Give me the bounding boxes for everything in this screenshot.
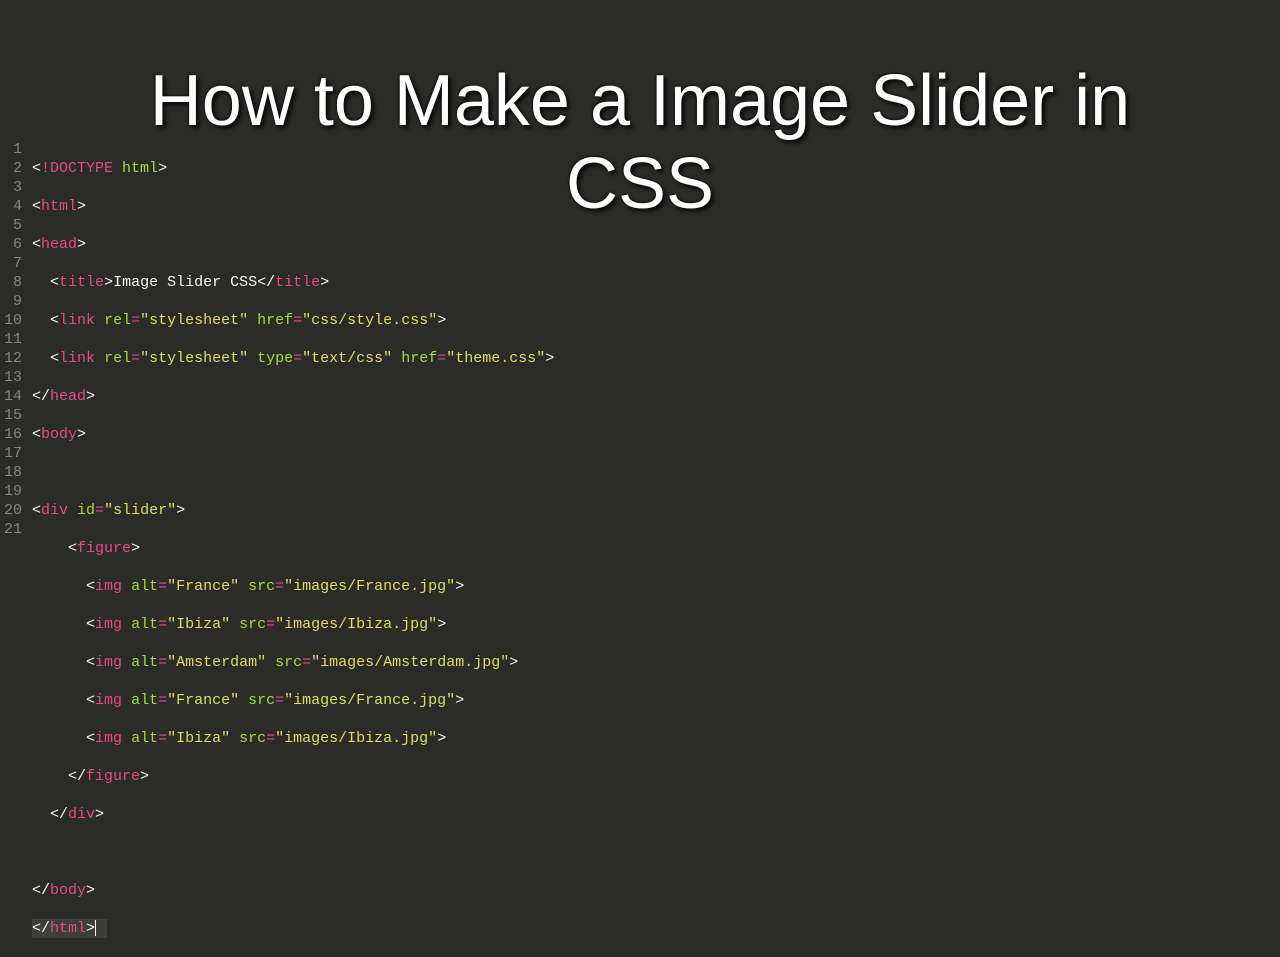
line-number: 20 <box>0 501 22 520</box>
title-line-1: How to Make a Image Slider in <box>150 61 1130 141</box>
line-number: 10 <box>0 311 22 330</box>
line-number: 17 <box>0 444 22 463</box>
line-number-gutter: 1 2 3 4 5 6 7 8 9 10 11 12 13 14 15 16 1… <box>0 140 32 957</box>
code-line: <img alt="Ibiza" src="images/Ibiza.jpg"> <box>32 729 1280 748</box>
line-number: 11 <box>0 330 22 349</box>
code-line: </div> <box>32 805 1280 824</box>
code-line: <title>Image Slider CSS</title> <box>32 273 1280 292</box>
text-cursor-icon <box>95 920 96 936</box>
code-line: <link rel="stylesheet" type="text/css" h… <box>32 349 1280 368</box>
line-number: 1 <box>0 140 22 159</box>
code-line: </head> <box>32 387 1280 406</box>
code-area[interactable]: <!DOCTYPE html> <html> <head> <title>Ima… <box>32 140 1280 957</box>
code-line: <head> <box>32 235 1280 254</box>
line-number: 2 <box>0 159 22 178</box>
code-line: </body> <box>32 881 1280 900</box>
line-number: 8 <box>0 273 22 292</box>
line-number: 4 <box>0 197 22 216</box>
code-line: <div id="slider"> <box>32 501 1280 520</box>
line-number: 19 <box>0 482 22 501</box>
line-number: 14 <box>0 387 22 406</box>
line-number: 9 <box>0 292 22 311</box>
line-number: 18 <box>0 463 22 482</box>
code-line: <img alt="France" src="images/France.jpg… <box>32 691 1280 710</box>
line-number: 15 <box>0 406 22 425</box>
code-line: <html> <box>32 197 1280 216</box>
code-line: <!DOCTYPE html> <box>32 159 1280 178</box>
code-line-active: </html> <box>32 919 107 938</box>
line-number: 7 <box>0 254 22 273</box>
line-number: 3 <box>0 178 22 197</box>
code-line: <figure> <box>32 539 1280 558</box>
line-number: 12 <box>0 349 22 368</box>
line-number: 6 <box>0 235 22 254</box>
code-line: <body> <box>32 425 1280 444</box>
line-number: 16 <box>0 425 22 444</box>
code-line <box>32 843 1280 862</box>
code-line: <img alt="Amsterdam" src="images/Amsterd… <box>32 653 1280 672</box>
code-line: <link rel="stylesheet" href="css/style.c… <box>32 311 1280 330</box>
code-editor[interactable]: 1 2 3 4 5 6 7 8 9 10 11 12 13 14 15 16 1… <box>0 140 1280 957</box>
code-line: </figure> <box>32 767 1280 786</box>
code-line: <img alt="France" src="images/France.jpg… <box>32 577 1280 596</box>
line-number: 5 <box>0 216 22 235</box>
line-number: 21 <box>0 520 22 539</box>
code-line <box>32 463 1280 482</box>
code-line: <img alt="Ibiza" src="images/Ibiza.jpg"> <box>32 615 1280 634</box>
line-number: 13 <box>0 368 22 387</box>
